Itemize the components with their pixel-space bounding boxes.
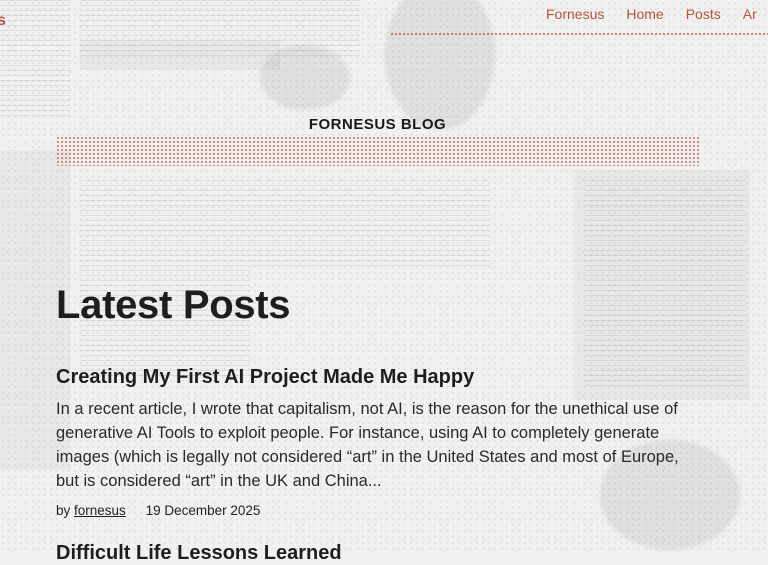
- page-heading: Latest Posts: [56, 283, 291, 327]
- nav-link-posts[interactable]: Posts: [686, 6, 721, 22]
- post-title: Creating My First AI Project Made Me Hap…: [56, 366, 706, 389]
- nav-link-home[interactable]: Home: [626, 6, 663, 22]
- post-meta: by fornesus 19 December 2025: [56, 503, 706, 518]
- post-excerpt: In a recent article, I wrote that capita…: [56, 400, 679, 490]
- header-halftone-banner: [56, 136, 699, 166]
- post-date: 19 December 2025: [145, 503, 261, 518]
- post-author-link[interactable]: fornesus: [74, 503, 126, 518]
- nav-dotted-divider: [390, 32, 768, 36]
- post-by-label: by: [56, 503, 71, 518]
- site-logo-fragment[interactable]: s: [0, 12, 6, 30]
- nav-links: Fornesus Home Posts Ar: [546, 6, 768, 24]
- post-card: Creating My First AI Project Made Me Hap…: [56, 366, 706, 518]
- post-title-partial[interactable]: Difficult Life Lessons Learned: [56, 542, 342, 565]
- post-title-link[interactable]: Creating My First AI Project Made Me Hap…: [56, 366, 474, 388]
- nav-link-archive[interactable]: Ar: [743, 6, 757, 22]
- top-navigation: s Fornesus Home Posts Ar: [0, 6, 768, 29]
- site-title: FORNESUS BLOG: [308, 116, 447, 133]
- nav-link-fornesus[interactable]: Fornesus: [546, 6, 604, 22]
